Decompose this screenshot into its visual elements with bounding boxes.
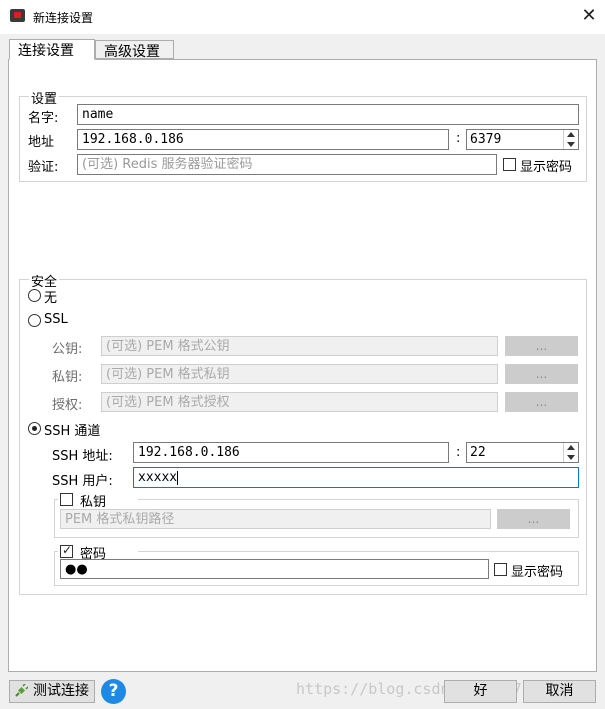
ssh-port-value: 22 — [470, 445, 486, 460]
ssh-address-label: SSH 地址: — [52, 449, 113, 464]
auth-password-input[interactable]: (可选) Redis 服务器验证密码 — [77, 154, 497, 175]
ssh-private-key-checkbox[interactable] — [60, 493, 73, 506]
app-icon — [10, 9, 25, 22]
help-icon[interactable]: ? — [101, 679, 126, 704]
private-key-label: 私钥: — [52, 370, 83, 385]
public-key-browse-button[interactable]: ... — [505, 336, 578, 356]
plug-icon — [15, 684, 28, 697]
address-label: 地址 — [28, 135, 55, 150]
spin-up-icon[interactable] — [567, 445, 575, 450]
ssh-port-stepper[interactable]: 22 — [466, 442, 579, 463]
port-value: 6379 — [470, 132, 502, 147]
radio-none[interactable] — [28, 289, 41, 302]
port-stepper[interactable]: 6379 — [466, 129, 579, 150]
port-colon: : — [456, 131, 461, 146]
show-password-checkbox[interactable] — [503, 158, 516, 171]
ssh-private-key-label: 私钥 — [80, 495, 107, 510]
radio-ssh-tunnel[interactable] — [28, 422, 41, 435]
ssh-password-input[interactable]: ●● — [60, 559, 489, 579]
text-caret — [177, 470, 179, 485]
name-label: 名字: — [28, 111, 59, 126]
radio-ssl[interactable] — [28, 314, 41, 327]
port-spin-arrows[interactable] — [563, 130, 578, 149]
name-input[interactable]: name — [77, 104, 579, 125]
ssh-user-input[interactable]: xxxxx — [133, 467, 579, 488]
public-key-label: 公钥: — [52, 342, 83, 357]
host-input[interactable]: 192.168.0.186 — [77, 129, 449, 150]
ssh-private-key-legend: 私钥 — [58, 491, 138, 510]
spin-down-icon[interactable] — [567, 455, 575, 460]
ssh-password-legend: 密码 — [58, 543, 138, 562]
ssh-port-spin-arrows[interactable] — [563, 443, 578, 462]
ssh-show-password-checkbox[interactable] — [494, 563, 507, 576]
ssh-password-checkbox[interactable] — [60, 543, 73, 558]
authority-input[interactable]: (可选) PEM 格式授权 — [101, 392, 498, 412]
tab-advanced-settings[interactable]: 高级设置 — [95, 40, 174, 60]
ssh-user-label: SSH 用户: — [52, 474, 113, 489]
window-title: 新连接设置 — [33, 11, 94, 25]
show-password-label: 显示密码 — [520, 160, 573, 175]
spin-down-icon[interactable] — [567, 142, 575, 147]
ssh-private-key-path-input[interactable]: PEM 格式私钥路径 — [60, 509, 491, 529]
ssh-user-value: xxxxx — [138, 470, 178, 485]
spin-up-icon[interactable] — [567, 132, 575, 137]
ssh-private-key-browse-button[interactable]: ... — [497, 509, 570, 529]
ssh-port-colon: : — [456, 445, 461, 460]
auth-label: 验证: — [28, 160, 59, 175]
settings-legend: 设置 — [29, 88, 60, 107]
ssh-host-input[interactable]: 192.168.0.186 — [133, 442, 449, 463]
cancel-button[interactable]: 取消 — [523, 680, 596, 703]
ssh-show-password-label: 显示密码 — [511, 565, 564, 580]
authority-browse-button[interactable]: ... — [505, 392, 578, 412]
radio-none-label: 无 — [44, 291, 58, 306]
private-key-browse-button[interactable]: ... — [505, 364, 578, 384]
public-key-input[interactable]: (可选) PEM 格式公钥 — [101, 336, 498, 356]
ok-button[interactable]: 好 — [444, 680, 517, 703]
tab-connection-settings[interactable]: 连接设置 — [9, 39, 95, 60]
private-key-input[interactable]: (可选) PEM 格式私钥 — [101, 364, 498, 384]
close-icon[interactable]: ✕ — [577, 4, 601, 28]
radio-ssl-label: SSL — [44, 312, 68, 327]
authority-label: 授权: — [52, 398, 83, 413]
radio-ssh-tunnel-label: SSH 通道 — [44, 424, 101, 439]
